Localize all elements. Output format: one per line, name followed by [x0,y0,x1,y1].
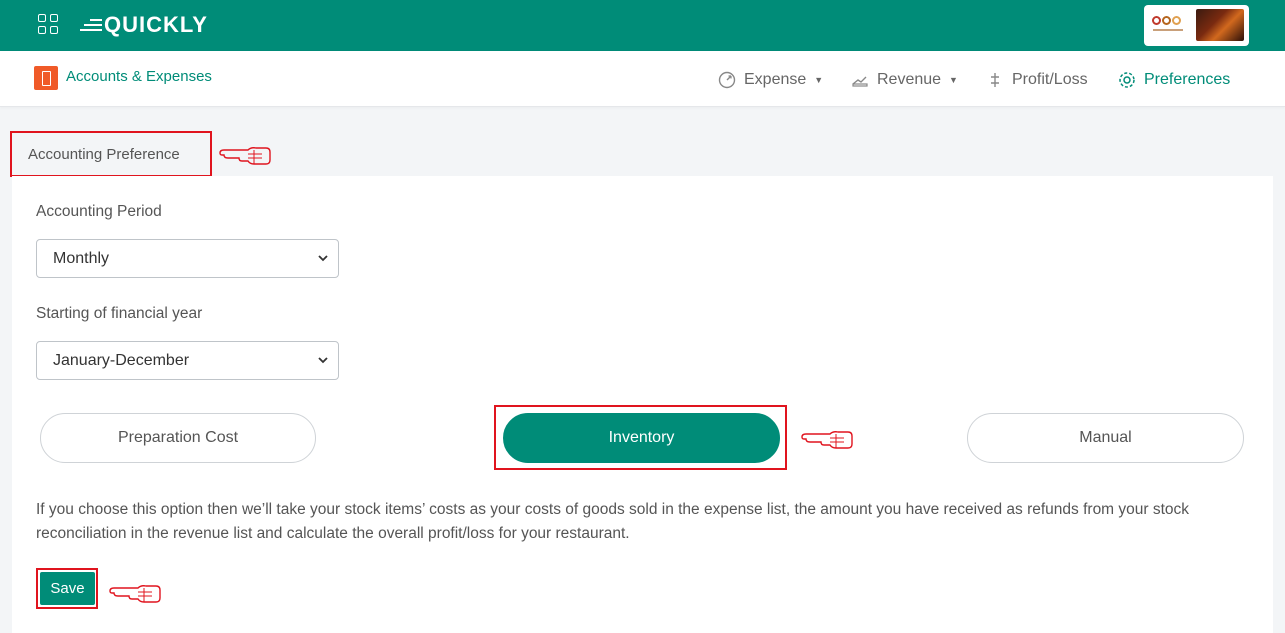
logo-text: QUICKLY [104,12,208,37]
nav-preferences-label: Preferences [1144,71,1231,88]
option-manual[interactable]: Manual [967,413,1244,463]
accounting-period-label: Accounting Period [36,203,162,220]
section-title: Accounting Preference [10,131,212,177]
financial-year-select[interactable]: January-December [36,341,339,380]
caret-down-icon: ▼ [949,75,958,85]
nav-expense-label: Expense [744,71,807,88]
chevron-down-icon [318,357,328,364]
brand-underline [1153,29,1183,31]
nav-profit-loss-label: Profit/Loss [1012,71,1088,88]
brand-mark-icon [1152,16,1181,25]
nav-revenue-label: Revenue [877,71,942,88]
pointing-hand-icon [219,147,271,165]
accounting-period-value: Monthly [53,249,110,267]
financial-year-value: January-December [53,351,190,369]
accounts-module-icon [34,66,58,90]
grid-icon[interactable] [38,14,58,34]
top-bar: QUICKLY [0,0,1285,51]
module-nav: Accounts & Expenses Expense ▼ Revenue ▼ … [0,51,1285,107]
nav-profit-loss[interactable]: Profit/Loss [986,69,1088,91]
expense-icon [718,71,736,89]
option-preparation-cost[interactable]: Preparation Cost [40,413,316,463]
caret-down-icon: ▼ [814,75,824,85]
option-inventory[interactable]: Inventory [503,413,780,463]
nav-preferences[interactable]: Preferences [1118,69,1230,91]
financial-year-label: Starting of financial year [36,305,203,322]
nav-expense[interactable]: Expense ▼ [718,69,823,91]
pointing-hand-icon [109,585,161,603]
save-button[interactable]: Save [40,572,95,605]
gear-icon [1119,72,1135,88]
chevron-down-icon [318,255,328,262]
module-title[interactable]: Accounts & Expenses [66,68,212,85]
accounting-period-select[interactable]: Monthly [36,239,339,278]
profit-loss-icon [991,73,999,87]
speed-lines-icon [80,16,102,34]
option-description: If you choose this option then we’ll tak… [36,501,1190,542]
pointing-hand-icon [801,431,853,449]
revenue-icon [852,76,868,87]
nav-revenue[interactable]: Revenue ▼ [851,69,958,91]
restaurant-brand-logo[interactable] [1144,5,1249,46]
restaurant-photo [1196,9,1244,41]
quickly-logo[interactable]: QUICKLY [80,10,208,40]
